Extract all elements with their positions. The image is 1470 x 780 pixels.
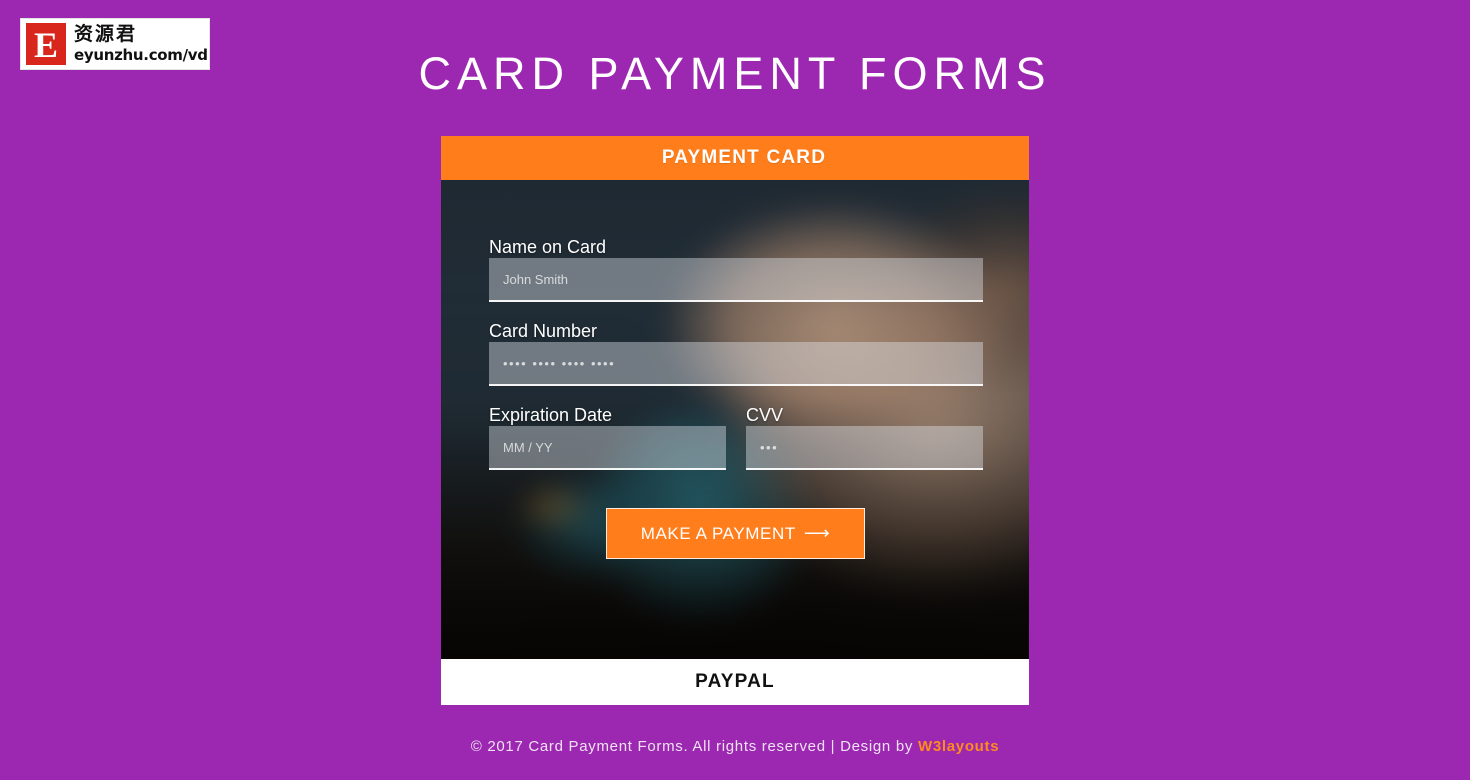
payment-card-panel: Name on Card Card Number Expiration Date… bbox=[441, 180, 1029, 659]
payment-widget: PAYMENT CARD Name on Card Card Number Ex… bbox=[441, 136, 1029, 705]
label-expiration-date: Expiration Date bbox=[489, 405, 613, 425]
copyright-text: © 2017 Card Payment Forms. All rights re… bbox=[470, 738, 914, 755]
card-number-input[interactable] bbox=[489, 342, 983, 386]
page-footer: © 2017 Card Payment Forms. All rights re… bbox=[0, 736, 1470, 758]
arrow-right-icon: ⟶ bbox=[803, 523, 831, 543]
expiration-date-group: Expiration Date bbox=[489, 404, 726, 488]
w3layouts-link[interactable]: W3layouts bbox=[918, 738, 999, 755]
expiry-cvv-row: Expiration Date CVV bbox=[489, 404, 983, 488]
label-name-on-card: Name on Card bbox=[489, 237, 607, 257]
cvv-input[interactable] bbox=[746, 426, 983, 470]
expiration-date-input[interactable] bbox=[489, 426, 726, 470]
name-on-card-input[interactable] bbox=[489, 258, 983, 302]
page-title: CARD PAYMENT FORMS bbox=[418, 48, 1052, 99]
label-card-number: Card Number bbox=[489, 321, 598, 341]
payment-form: Name on Card Card Number Expiration Date… bbox=[441, 180, 1029, 559]
tab-paypal[interactable]: PAYPAL bbox=[441, 659, 1029, 705]
make-a-payment-label: MAKE A PAYMENT bbox=[640, 524, 796, 543]
label-cvv: CVV bbox=[746, 405, 784, 425]
submit-row: MAKE A PAYMENT ⟶ bbox=[489, 508, 982, 559]
cvv-group: CVV bbox=[746, 404, 983, 488]
make-a-payment-button[interactable]: MAKE A PAYMENT ⟶ bbox=[605, 508, 866, 559]
tab-payment-card[interactable]: PAYMENT CARD bbox=[441, 136, 1029, 180]
watermark-chinese-name: 资源君 bbox=[74, 23, 138, 45]
